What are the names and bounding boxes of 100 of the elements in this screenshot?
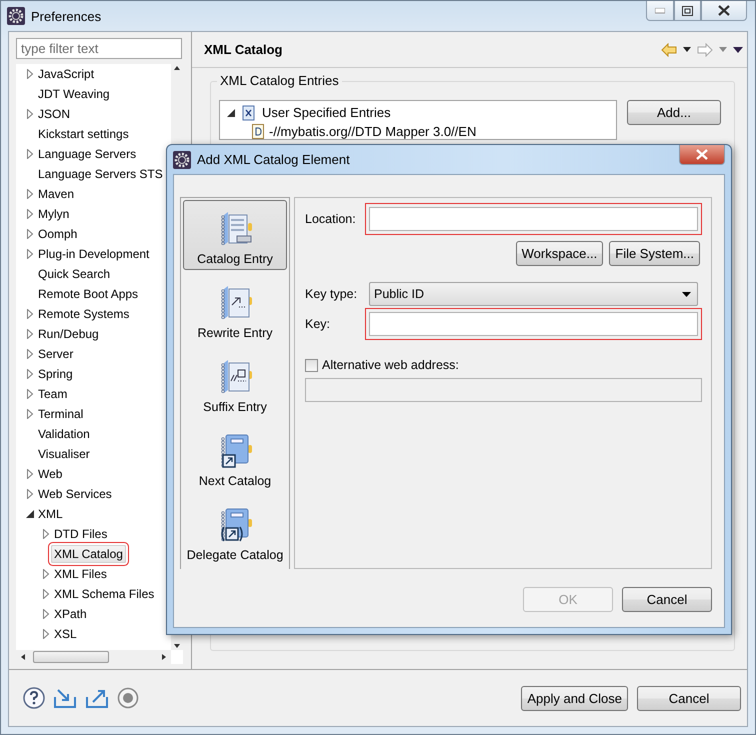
tree-item[interactable]: XML Catalog: [51, 545, 126, 563]
tree-item[interactable]: Spring: [35, 365, 76, 383]
tree-item[interactable]: Kickstart settings: [35, 125, 132, 143]
tree-item[interactable]: DTD Files: [51, 525, 110, 543]
tree-item[interactable]: Server: [35, 345, 76, 363]
app-icon: [173, 150, 191, 168]
tree-item[interactable]: JSON: [35, 105, 74, 123]
key-label: Key:: [305, 317, 332, 331]
expand-icon[interactable]: [25, 369, 35, 379]
close-button[interactable]: [701, 1, 747, 21]
expand-icon[interactable]: [25, 109, 35, 119]
tree-item[interactable]: Validation: [35, 425, 93, 443]
expand-icon[interactable]: [41, 629, 51, 639]
expand-icon[interactable]: [25, 389, 35, 399]
expand-icon[interactable]: [41, 609, 51, 619]
expand-icon[interactable]: [25, 249, 35, 259]
tree-item[interactable]: JDT Weaving: [35, 85, 113, 103]
type-label: Next Catalog: [198, 474, 272, 488]
catalog-icon: [241, 104, 257, 120]
tree-item[interactable]: Language Servers: [35, 145, 140, 163]
catalog-type-item[interactable]: Next Catalog: [183, 422, 287, 492]
tree-item[interactable]: Team: [35, 385, 70, 403]
maximize-icon: [682, 6, 693, 16]
dropdown-icon[interactable]: [683, 47, 691, 52]
tree-item[interactable]: XSL: [51, 625, 80, 643]
type-label: Delegate Catalog: [186, 548, 284, 562]
catalog-type-item[interactable]: Rewrite Entry: [183, 274, 287, 344]
expand-icon[interactable]: [25, 69, 35, 79]
key-type-dropdown[interactable]: Public ID: [369, 282, 698, 306]
catalog-type-item[interactable]: Suffix Entry: [183, 348, 287, 418]
expand-icon[interactable]: [25, 229, 35, 239]
tree-item[interactable]: Visualiser: [35, 445, 93, 463]
type-label: Suffix Entry: [203, 400, 267, 414]
close-icon: [696, 149, 708, 160]
expand-icon[interactable]: [25, 209, 35, 219]
expand-icon[interactable]: [25, 489, 35, 499]
expand-icon[interactable]: [25, 349, 35, 359]
menu-icon[interactable]: [733, 46, 743, 52]
key-type-label: Key type:: [305, 287, 358, 301]
tree-item[interactable]: Remote Boot Apps: [35, 285, 142, 303]
record-icon[interactable]: [117, 687, 139, 709]
tree-item[interactable]: XML Schema Files: [51, 585, 158, 603]
tree-item[interactable]: XML Files: [51, 565, 110, 583]
app-icon: [7, 7, 25, 25]
apply-and-close-button[interactable]: Apply and Close: [521, 686, 628, 710]
page-title: XML Catalog: [204, 42, 282, 57]
collapse-icon[interactable]: [226, 108, 236, 118]
expand-icon[interactable]: [25, 149, 35, 159]
close-button[interactable]: [679, 145, 725, 165]
type-label: Rewrite Entry: [197, 326, 273, 340]
tree-item[interactable]: Remote Systems: [35, 305, 132, 323]
expand-icon[interactable]: [25, 469, 35, 479]
add-button[interactable]: Add...: [627, 100, 721, 125]
type-label: Catalog Entry: [197, 252, 273, 266]
close-icon: [718, 5, 730, 16]
export-icon[interactable]: [85, 687, 109, 709]
tree-item[interactable]: XML: [35, 505, 66, 523]
tree-item[interactable]: Oomph: [35, 225, 80, 243]
tree-item[interactable]: Web: [35, 465, 66, 483]
workspace-button[interactable]: Workspace...: [516, 241, 604, 266]
scroll-up-icon[interactable]: [173, 64, 181, 72]
tree-item[interactable]: Mylyn: [35, 205, 72, 223]
collapse-icon[interactable]: [25, 509, 35, 519]
minimize-icon: [655, 8, 665, 14]
tree-item[interactable]: Run/Debug: [35, 325, 102, 343]
window-title: Preferences: [31, 8, 102, 24]
catalog-type-item[interactable]: Catalog Entry: [183, 200, 287, 270]
tree-item[interactable]: JavaScript: [35, 65, 98, 83]
cancel-button[interactable]: Cancel: [637, 686, 741, 710]
tree-item[interactable]: Maven: [35, 185, 78, 203]
tree-item[interactable]: Terminal: [35, 405, 86, 423]
tree-item[interactable]: Language Servers STS: [35, 165, 166, 183]
document-icon: [252, 124, 264, 139]
tree-item[interactable]: XPath: [51, 605, 90, 623]
dialog-title: Add XML Catalog Element: [197, 152, 350, 167]
scroll-right-icon[interactable]: [160, 653, 168, 661]
expand-icon[interactable]: [25, 329, 35, 339]
scroll-down-icon[interactable]: [173, 642, 181, 650]
file-system-button[interactable]: File System...: [609, 241, 700, 266]
tree-item[interactable]: Quick Search: [35, 265, 114, 283]
forward-arrow-icon[interactable]: [697, 42, 713, 56]
tree-item[interactable]: Web Services: [35, 485, 115, 503]
expand-icon[interactable]: [25, 409, 35, 419]
cancel-button[interactable]: Cancel: [622, 586, 712, 612]
filter-field[interactable]: type filter text: [16, 38, 182, 59]
expand-icon[interactable]: [25, 189, 35, 199]
tree-item[interactable]: Plug-in Development: [35, 245, 152, 263]
expand-icon[interactable]: [25, 309, 35, 319]
expand-icon[interactable]: [41, 589, 51, 599]
group-title: XML Catalog Entries: [217, 73, 342, 88]
help-icon[interactable]: [23, 687, 45, 709]
tree-item[interactable]: User Specified Entries: [262, 105, 391, 120]
expand-icon[interactable]: [41, 529, 51, 539]
back-arrow-icon[interactable]: [661, 42, 677, 56]
import-icon[interactable]: [53, 687, 77, 709]
catalog-type-item[interactable]: Delegate Catalog: [183, 496, 287, 566]
maximize-button[interactable]: [674, 1, 701, 21]
tree-item[interactable]: -//mybatis.org//DTD Mapper 3.0//EN: [269, 124, 476, 139]
scroll-left-icon[interactable]: [19, 653, 27, 661]
expand-icon[interactable]: [41, 569, 51, 579]
